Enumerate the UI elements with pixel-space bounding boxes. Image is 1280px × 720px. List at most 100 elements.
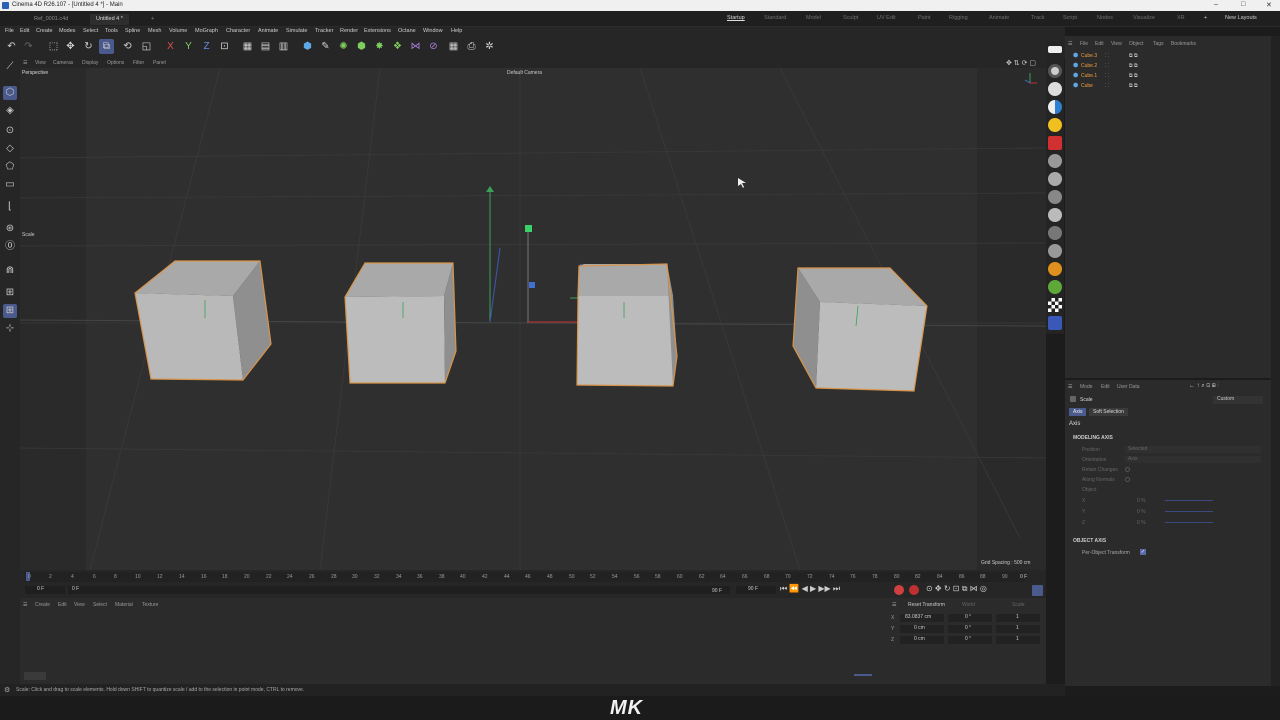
timeline-ruler[interactable]: 0 2 4 6 8 10 12 14 16 18 20 22 24 26 28 …: [25, 572, 1025, 582]
layout-visualize[interactable]: Visualize: [1133, 15, 1155, 21]
orientation-dropdown[interactable]: Axis: [1125, 456, 1261, 463]
z-axis-lock-icon[interactable]: Z: [199, 39, 214, 54]
transform-icon[interactable]: ◱: [139, 39, 154, 54]
sphere-material-icon[interactable]: [1048, 154, 1062, 168]
octane-settings-icon[interactable]: [1048, 316, 1062, 330]
menu-tracker[interactable]: Tracker: [315, 28, 333, 34]
camera-object-icon[interactable]: [1048, 136, 1062, 150]
per-object-transform-checkbox[interactable]: ✓: [1140, 549, 1146, 555]
end-frame-field[interactable]: 90 F: [736, 586, 776, 594]
x-value[interactable]: 0 %: [1137, 498, 1146, 504]
scale-field[interactable]: 1: [996, 636, 1040, 644]
layout-uv-edit[interactable]: UV Edit: [877, 15, 896, 21]
scale-tool-icon[interactable]: ⧉: [99, 39, 114, 54]
viewport-menu-display[interactable]: Display: [82, 60, 98, 66]
autokey-icon[interactable]: [909, 585, 919, 595]
tweak-mode-icon[interactable]: ⊛: [3, 222, 17, 236]
environment-icon[interactable]: [1048, 82, 1062, 96]
mat-menu-texture[interactable]: Texture: [142, 602, 158, 608]
light-icon[interactable]: ✲: [482, 39, 497, 54]
list-item[interactable]: ⬢ Cube.2 ⁚ ⁚ ⧉ ⧉: [1071, 62, 1261, 71]
menu-mesh[interactable]: Mesh: [148, 28, 161, 34]
move-icon[interactable]: ✥: [63, 39, 78, 54]
mat-menu-select[interactable]: Select: [93, 602, 107, 608]
layout-standard[interactable]: Standard: [764, 15, 786, 21]
y-axis-lock-icon[interactable]: Y: [181, 39, 196, 54]
menu-animate[interactable]: Animate: [258, 28, 278, 34]
tag-icons[interactable]: ⧉ ⧉: [1129, 53, 1138, 59]
viewport-menu-filter[interactable]: Filter: [133, 60, 144, 66]
polygon-mode-icon[interactable]: ⬠: [3, 160, 17, 174]
menu-modes[interactable]: Modes: [59, 28, 76, 34]
layout-model[interactable]: Model: [806, 15, 821, 21]
rotate-icon[interactable]: ↻: [81, 39, 96, 54]
current-frame-field[interactable]: 0 F: [1020, 574, 1027, 580]
cube-object-icon[interactable]: ⬢: [300, 39, 315, 54]
viewport-menu-view[interactable]: View: [35, 60, 46, 66]
y-slider[interactable]: [1165, 511, 1213, 512]
new-tab-button[interactable]: +: [145, 14, 160, 25]
layout-paint[interactable]: Paint: [918, 15, 931, 21]
x-slider[interactable]: [1165, 500, 1213, 501]
visibility-dots[interactable]: ⁚ ⁚: [1105, 63, 1110, 69]
retain-changes-checkbox[interactable]: [1125, 467, 1130, 472]
viewport-panel-icon[interactable]: ☰: [23, 60, 27, 66]
scale-field[interactable]: 1: [996, 614, 1040, 622]
tab-soft-selection[interactable]: Soft Selection: [1089, 408, 1128, 416]
menu-volume[interactable]: Volume: [169, 28, 187, 34]
maximize-button[interactable]: □: [1241, 1, 1245, 8]
gray-material-icon[interactable]: [1048, 172, 1062, 186]
undo-icon[interactable]: ↶: [4, 39, 19, 54]
list-item[interactable]: ⬢ Cube.1 ⁚ ⁚ ⧉ ⧉: [1071, 72, 1261, 81]
glossy-material-icon[interactable]: [1048, 190, 1062, 204]
tag-icons[interactable]: ⧉ ⧉: [1129, 73, 1138, 79]
pen-spline-icon[interactable]: ✎: [318, 39, 333, 54]
null-object-icon[interactable]: [1048, 46, 1062, 53]
om-menu-bookmarks[interactable]: Bookmarks: [1171, 41, 1196, 47]
om-menu-view[interactable]: View: [1111, 41, 1122, 47]
add-layout-button[interactable]: +: [1204, 15, 1207, 21]
om-menu-tags[interactable]: Tags: [1153, 41, 1164, 47]
om-menu-object[interactable]: Object: [1129, 41, 1143, 47]
reset-transform-button[interactable]: Reset Transform: [908, 602, 945, 608]
coordinate-system-icon[interactable]: ⊡: [217, 39, 232, 54]
coord-panel-icon[interactable]: ☰: [892, 602, 896, 608]
specular-material-icon[interactable]: [1048, 226, 1062, 240]
redo-icon[interactable]: ↷: [21, 39, 36, 54]
viewport-nav-icons[interactable]: ✥ ⇅ ⟳ ▢: [1006, 59, 1036, 67]
mat-menu-view[interactable]: View: [74, 602, 85, 608]
menu-render[interactable]: Render: [340, 28, 358, 34]
rotation-field[interactable]: 0 °: [948, 625, 992, 633]
menu-create[interactable]: Create: [36, 28, 53, 34]
timeline-settings-icon[interactable]: [1032, 585, 1043, 596]
rotation-field[interactable]: 0 °: [948, 614, 992, 622]
layout-sculpt[interactable]: Sculpt: [843, 15, 858, 21]
array-icon[interactable]: ✸: [372, 39, 387, 54]
locked-workplane-icon[interactable]: ⊞: [3, 304, 17, 318]
layout-track[interactable]: Track: [1031, 15, 1045, 21]
viewport-menu-options[interactable]: Options: [107, 60, 124, 66]
material-zoom-slider[interactable]: [854, 674, 872, 676]
modeling-axis-heading[interactable]: MODELING AXIS: [1073, 435, 1113, 441]
menu-help[interactable]: Help: [451, 28, 462, 34]
visibility-dots[interactable]: ⁚ ⁚: [1105, 73, 1110, 79]
edit-render-settings-icon[interactable]: ▥: [276, 39, 291, 54]
menu-select[interactable]: Select: [83, 28, 98, 34]
layout-script[interactable]: Script: [1063, 15, 1077, 21]
field-icon[interactable]: ⊘: [426, 39, 441, 54]
light-object-icon[interactable]: [1048, 118, 1062, 132]
menu-window[interactable]: Window: [423, 28, 443, 34]
cube-1-object[interactable]: [344, 262, 457, 384]
background-icon[interactable]: [1048, 100, 1062, 114]
mix-material-icon[interactable]: [1048, 208, 1062, 222]
layout-animate[interactable]: Animate: [989, 15, 1009, 21]
start-frame-field[interactable]: 0 F: [25, 586, 65, 594]
along-normals-checkbox[interactable]: [1125, 477, 1130, 482]
z-value[interactable]: 0 %: [1137, 520, 1146, 526]
cube-object[interactable]: [134, 260, 272, 381]
cube-3-object[interactable]: [792, 267, 928, 392]
uv-mode-icon[interactable]: ▭: [3, 178, 17, 192]
planar-workplane-icon[interactable]: ⊹: [3, 322, 17, 336]
render-view-icon[interactable]: ▦: [240, 39, 255, 54]
cube-2-object[interactable]: [576, 263, 678, 387]
